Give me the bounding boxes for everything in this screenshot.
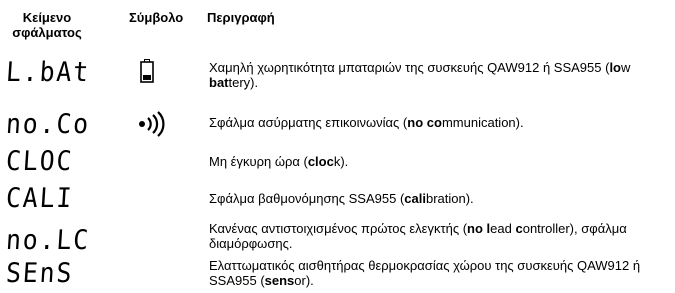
text-segment: ead [490,221,516,236]
error-code: CALI [5,183,75,214]
row-description: Κανένας αντιστοιχισμένος πρώτος ελεγκτής… [209,221,669,251]
text-segment: Σφάλμα βαθμονόμησης SSA955 ( [209,191,405,206]
battery-low-icon [140,59,154,88]
error-code: no.Co [5,109,92,140]
row-description: Χαμηλή χωρητικότητα μπαταριών της συσκευ… [209,60,669,90]
header-error-text: Κείμενο σφάλματος [12,10,82,40]
text-segment: w [621,60,631,75]
table-row: CALI Σφάλμα βαθμονόμησης SSA955 (calibra… [0,183,675,217]
row-description: Σφάλμα ασύρματης επικοινωνίας (no commun… [209,115,669,130]
text-segment: Σφάλμα ασύρματης επικοινωνίας ( [209,115,408,130]
bold-text-segment: lo [609,60,621,75]
bold-text-segment: cali [404,191,426,206]
table-row: no.Co Σφάλμα ασύρματης επικοινωνίας (no … [0,106,675,140]
error-code: no.LC [5,225,92,256]
text-segment: Χαμηλή χωρητικότητα μπαταριών της συσκευ… [209,60,610,75]
text-segment: bration). [425,191,474,206]
wireless-signal-icon [138,111,168,142]
text-segment: Μη έγκυρη ώρα ( [209,154,308,169]
text-segment: k). [333,154,349,169]
text-segment: or). [294,273,314,288]
table-row: CLOC Μη έγκυρη ώρα (clock). [0,146,675,180]
row-description: Μη έγκυρη ώρα (clock). [209,154,669,169]
bold-text-segment: c [515,221,523,236]
text-segment: mmunication). [441,115,524,130]
bold-text-segment: bat [209,75,229,90]
table-row: SEnS Ελαττωματικός αισθητήρας θερμοκρασί… [0,256,675,292]
error-code: CLOC [5,146,75,177]
row-description: Σφάλμα βαθμονόμησης SSA955 (calibration)… [209,191,669,206]
table-row: L.bAt Χαμηλή χωρητικότητα μπαταριών της … [0,56,675,96]
text-segment: Κανένας αντιστοιχισμένος πρώτος ελεγκτής… [209,221,468,236]
bold-text-segment: cloc [307,154,334,169]
bold-text-segment: no [467,221,483,236]
error-code: L.bAt [5,57,92,88]
bold-text-segment: sens [264,273,295,288]
error-code: SEnS [5,258,75,289]
bold-text-segment: co [426,115,442,130]
bold-text-segment: no [407,115,424,130]
table-row: no.LC Κανένας αντιστοιχισμένος πρώτος ελ… [0,220,675,258]
row-description: Ελαττωματικός αισθητήρας θερμοκρασίας χώ… [209,258,669,288]
text-segment: tery). [228,75,259,90]
header-description: Περιγραφή [207,10,275,25]
header-symbol: Σύμβολο [129,10,184,25]
